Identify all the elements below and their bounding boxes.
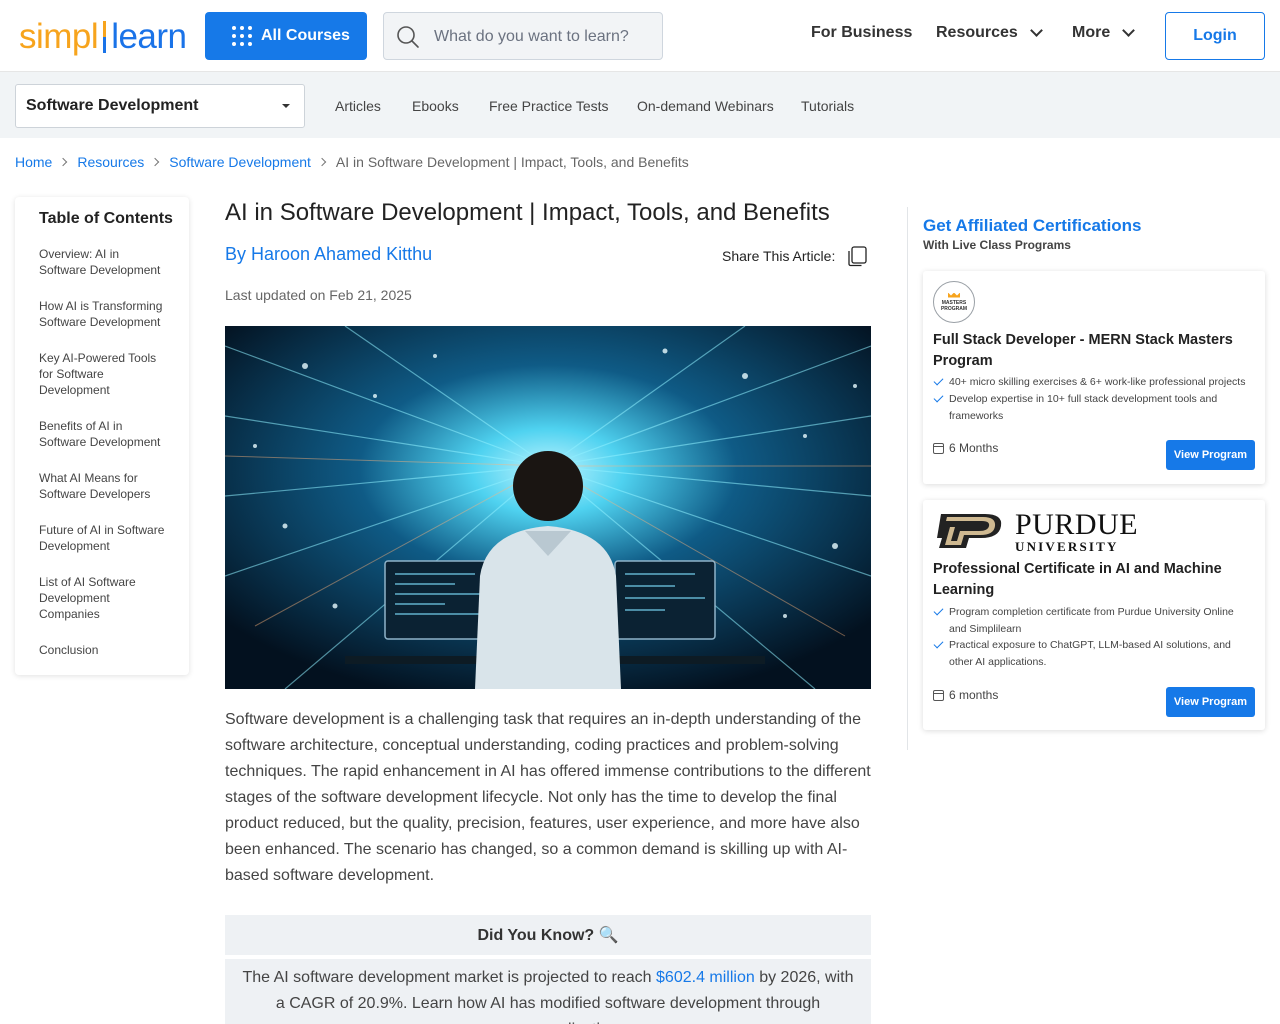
toc-item[interactable]: Key AI-Powered Tools for Software Develo… <box>39 350 169 398</box>
chevron-right-icon <box>59 157 68 167</box>
badge-text-bottom: PROGRAM <box>940 305 968 312</box>
program-card: PURDUE UNIVERSITY Professional Certifica… <box>923 500 1265 730</box>
program-feature: Practical exposure to ChatGPT, LLM-based… <box>933 637 1253 671</box>
toc-item[interactable]: Conclusion <box>39 642 169 658</box>
program-feature: 40+ micro skilling exercises & 6+ work-l… <box>933 374 1253 391</box>
program-feature-text: Develop expertise in 10+ full stack deve… <box>949 393 1218 422</box>
program-feature-text: 40+ micro skilling exercises & 6+ work-l… <box>949 376 1246 388</box>
purdue-wordmark: PURDUE UNIVERSITY <box>1015 507 1139 554</box>
program-feature: Program completion certificate from Purd… <box>933 604 1253 638</box>
dyk-text-before: The AI software development market is pr… <box>242 969 657 986</box>
nav-more[interactable]: More <box>1072 24 1136 42</box>
did-you-know-heading: Did You Know? 🔍 <box>225 915 871 955</box>
program-card: MASTERS PROGRAM Full Stack Developer - M… <box>923 271 1265 484</box>
affiliated-certifications-title: Get Affiliated Certifications <box>923 216 1142 235</box>
search-icon[interactable] <box>396 25 420 49</box>
program-duration: 6 months <box>933 688 998 702</box>
view-program-button[interactable]: View Program <box>1166 440 1255 470</box>
chevron-down-icon <box>1029 24 1043 37</box>
dyk-highlight: $602.4 million <box>656 969 755 986</box>
logo-text-learn: learn <box>111 17 187 56</box>
table-of-contents: Table of Contents Overview: AI in Softwa… <box>15 197 189 675</box>
column-divider <box>907 207 908 750</box>
last-updated: Last updated on Feb 21, 2025 <box>225 287 412 303</box>
toc-item[interactable]: Overview: AI in Software Development <box>39 246 169 278</box>
breadcrumb-resources[interactable]: Resources <box>77 154 144 170</box>
simplilearn-logo[interactable]: simpl learn <box>19 17 187 57</box>
nav-for-business-label: For Business <box>811 24 913 41</box>
logo-text-simpl: simpl <box>19 17 99 56</box>
logo-divider <box>103 21 107 53</box>
search-box[interactable] <box>383 12 663 60</box>
calendar-icon <box>933 689 944 701</box>
login-button[interactable]: Login <box>1165 12 1265 60</box>
check-icon <box>933 375 944 386</box>
all-courses-label: All Courses <box>261 27 350 44</box>
subnav-articles[interactable]: Articles <box>335 98 381 114</box>
breadcrumb-software-development[interactable]: Software Development <box>169 154 311 170</box>
crown-icon <box>948 292 960 298</box>
caret-down-icon <box>282 104 290 108</box>
program-feature: Develop expertise in 10+ full stack deve… <box>933 391 1253 425</box>
masters-program-badge: MASTERS PROGRAM <box>933 281 975 323</box>
search-input[interactable] <box>434 25 654 49</box>
grid-menu-icon <box>232 26 252 46</box>
nav-resources-label: Resources <box>936 24 1018 41</box>
affiliated-certifications-subtitle: With Live Class Programs <box>923 238 1071 252</box>
subnav-on-demand-webinars[interactable]: On-demand Webinars <box>637 98 774 114</box>
nav-resources[interactable]: Resources <box>936 24 1043 42</box>
calendar-icon <box>933 442 944 454</box>
toc-title: Table of Contents <box>39 210 173 227</box>
category-select[interactable]: Software Development <box>15 84 305 128</box>
author-link[interactable]: By Haroon Ahamed Kitthu <box>225 244 432 265</box>
purdue-p-mark <box>937 514 1002 548</box>
resources-subnav: Software Development Articles Ebooks Fre… <box>0 72 1280 138</box>
program-feature-text: Program completion certificate from Purd… <box>949 606 1234 635</box>
category-select-value: Software Development <box>26 97 199 114</box>
nav-more-label: More <box>1072 24 1111 41</box>
toc-item[interactable]: Future of AI in Software Development <box>39 522 169 554</box>
purdue-wordmark-sub: UNIVERSITY <box>1015 538 1119 554</box>
copy-icon[interactable] <box>845 244 869 268</box>
share-label: Share This Article: <box>722 248 836 264</box>
check-icon <box>933 392 944 403</box>
program-title[interactable]: Professional Certificate in AI and Machi… <box>933 559 1253 601</box>
hero-illustration <box>225 326 871 689</box>
intro-paragraph: Software development is a challenging ta… <box>225 711 871 884</box>
toc-item[interactable]: Benefits of AI in Software Development <box>39 418 169 450</box>
check-icon <box>933 605 944 616</box>
share-article: Share This Article: <box>722 244 869 268</box>
toc-item[interactable]: What AI Means for Software Developers <box>39 470 169 502</box>
program-duration-text: 6 Months <box>949 441 999 455</box>
breadcrumb-home[interactable]: Home <box>15 154 52 170</box>
nav-for-business[interactable]: For Business <box>811 24 912 42</box>
purdue-university-logo: PURDUE UNIVERSITY <box>933 507 1139 554</box>
all-courses-button[interactable]: All Courses <box>205 12 367 60</box>
program-duration-text: 6 months <box>949 688 999 702</box>
toc-item[interactable]: How AI is Transforming Software Developm… <box>39 298 169 330</box>
view-program-button[interactable]: View Program <box>1166 687 1255 717</box>
subnav-ebooks[interactable]: Ebooks <box>412 98 459 114</box>
subnav-tutorials[interactable]: Tutorials <box>801 98 854 114</box>
hero-image <box>225 326 871 689</box>
chevron-down-icon <box>1122 24 1136 37</box>
site-header: simpl learn All Courses For Business Reso… <box>0 0 1280 72</box>
toc-item[interactable]: List of AI Software Development Companie… <box>39 574 169 622</box>
breadcrumb-current: AI in Software Development | Impact, Too… <box>335 154 689 170</box>
chevron-right-icon <box>151 157 160 167</box>
did-you-know-body: The AI software development market is pr… <box>225 959 871 1024</box>
purdue-wordmark-main: PURDUE <box>1015 507 1139 541</box>
program-title[interactable]: Full Stack Developer - MERN Stack Master… <box>933 330 1253 372</box>
program-feature-text: Practical exposure to ChatGPT, LLM-based… <box>949 639 1231 668</box>
check-icon <box>933 638 944 649</box>
program-duration: 6 Months <box>933 441 998 455</box>
article-title: AI in Software Development | Impact, Too… <box>225 199 830 226</box>
subnav-free-practice-tests[interactable]: Free Practice Tests <box>489 98 609 114</box>
chevron-right-icon <box>317 157 327 167</box>
breadcrumb: Home Resources Software Development AI i… <box>15 154 689 170</box>
